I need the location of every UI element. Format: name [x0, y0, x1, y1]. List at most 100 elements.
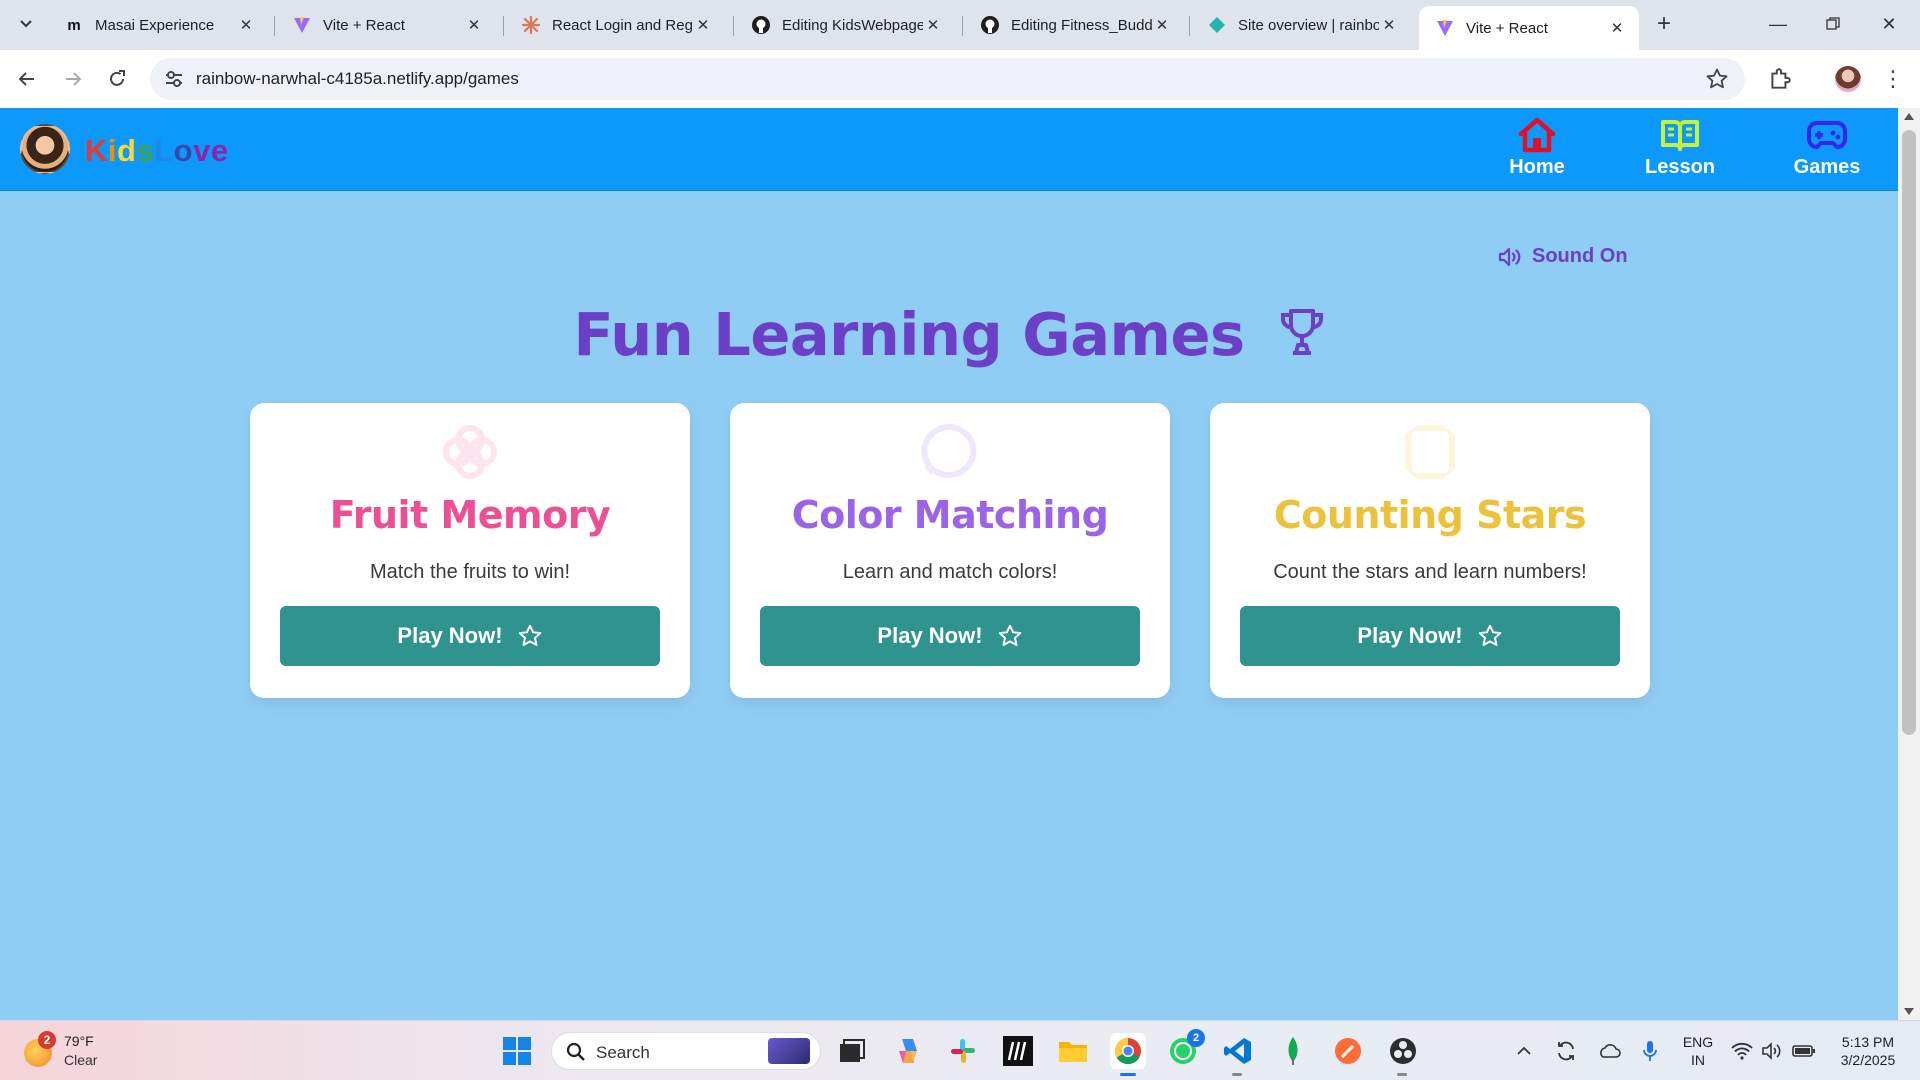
page-scrollbar[interactable] [1898, 108, 1920, 1020]
tab-separator [1189, 16, 1190, 36]
nav-home-label: Home [1509, 156, 1565, 178]
home-icon [1517, 116, 1557, 154]
volume-tray-button[interactable] [1758, 1033, 1786, 1069]
obs-button[interactable] [1385, 1033, 1421, 1069]
card-description: Learn and match colors! [842, 561, 1058, 583]
taskbar: 2 79°F Clear Search 2 ENG IN 5:13 PM 3/2… [0, 1020, 1920, 1080]
browser-tab[interactable]: Site overview | rainbo ✕ [1191, 8, 1411, 42]
close-icon[interactable]: ✕ [1379, 15, 1399, 35]
browser-tab-active[interactable]: Vite + React ✕ [1419, 6, 1639, 50]
game-card-counting-stars: Counting Stars Count the stars and learn… [1210, 403, 1650, 698]
slack-button[interactable] [945, 1033, 981, 1069]
close-window-button[interactable]: ✕ [1866, 8, 1912, 40]
play-now-button[interactable]: Play Now! [280, 606, 660, 666]
star-icon [518, 624, 541, 646]
logo-letter: e [210, 133, 229, 168]
windows-logo-icon [503, 1037, 531, 1065]
mongodb-button[interactable] [1275, 1033, 1311, 1069]
whatsapp-button[interactable]: 2 [1165, 1029, 1205, 1069]
browser-tab[interactable]: Vite + React ✕ [276, 8, 496, 42]
site-settings-icon[interactable] [162, 67, 186, 91]
browser-tab[interactable]: m Masai Experience ✕ [48, 8, 268, 42]
microphone-icon [1643, 1041, 1657, 1061]
logo-letter: K [85, 133, 108, 168]
nav-lesson-label: Lesson [1644, 156, 1716, 178]
chrome-icon [1114, 1037, 1141, 1065]
copilot-button[interactable] [890, 1033, 926, 1069]
logo-letter: i [107, 133, 118, 168]
search-icon [566, 1042, 585, 1061]
taskbar-search[interactable]: Search [551, 1032, 821, 1070]
close-icon[interactable]: ✕ [1152, 15, 1172, 35]
site-logo[interactable]: KidsLove [85, 133, 229, 169]
scroll-up-icon[interactable] [1904, 113, 1914, 120]
close-icon[interactable]: ✕ [693, 15, 713, 35]
address-bar[interactable]: rainbow-narwhal-c4185a.netlify.app/games [150, 58, 1745, 100]
browser-menu-button[interactable]: ⋮ [1880, 66, 1906, 92]
close-icon[interactable]: ✕ [464, 15, 484, 35]
minimize-button[interactable]: — [1755, 8, 1801, 40]
microphone-tray-button[interactable] [1636, 1033, 1664, 1069]
tab-title: Vite + React [1466, 19, 1548, 37]
tab-separator [503, 16, 504, 36]
tab-separator [274, 16, 275, 36]
close-icon: ✕ [1881, 13, 1897, 34]
tab-separator [962, 16, 963, 36]
page-title-text: Fun Learning Games [573, 300, 1245, 369]
sound-toggle-button[interactable]: Sound On [1498, 245, 1628, 268]
chrome-button[interactable] [1110, 1033, 1146, 1069]
nav-games[interactable]: Games [1790, 116, 1864, 184]
github-icon [751, 15, 771, 35]
tab-title: Vite + React [323, 16, 405, 34]
slack-icon [951, 1039, 975, 1063]
extensions-puzzle-icon[interactable] [1767, 66, 1793, 92]
tab-search-button[interactable] [10, 8, 42, 40]
bookmark-star-icon[interactable] [1705, 67, 1729, 91]
nav-lesson[interactable]: Lesson [1642, 116, 1718, 184]
play-now-button[interactable]: Play Now! [760, 606, 1140, 666]
play-now-button[interactable]: Play Now! [1240, 606, 1620, 666]
restore-button[interactable] [1810, 8, 1856, 40]
close-icon[interactable]: ✕ [236, 15, 256, 35]
tab-separator [733, 16, 734, 36]
scroll-down-icon[interactable] [1904, 1008, 1914, 1015]
star-icon [1478, 624, 1501, 646]
clock[interactable]: 5:13 PM 3/2/2025 [1830, 1033, 1906, 1069]
reload-button[interactable] [100, 62, 134, 96]
browser-tab[interactable]: React Login and Regi ✕ [505, 8, 725, 42]
nav-games-label: Games [1793, 156, 1861, 178]
profile-avatar[interactable] [1835, 66, 1861, 92]
sync-icon [1558, 1041, 1574, 1061]
task-view-button[interactable] [834, 1033, 870, 1069]
start-button[interactable] [499, 1033, 535, 1069]
forward-button[interactable] [56, 62, 90, 96]
vite-icon [1435, 18, 1455, 38]
nav-home[interactable]: Home [1505, 116, 1569, 184]
weather-widget[interactable]: 2 79°F Clear [24, 1031, 144, 1071]
play-now-label: Play Now! [1357, 623, 1463, 648]
back-button[interactable] [10, 62, 44, 96]
vscode-button[interactable] [1220, 1033, 1256, 1069]
browser-tab[interactable]: Editing Fitness_Budd ✕ [964, 8, 1184, 42]
url-text[interactable]: rainbow-narwhal-c4185a.netlify.app/games [196, 69, 519, 89]
close-icon[interactable]: ✕ [923, 15, 943, 35]
game-card-color-matching: Color Matching Learn and match colors! P… [730, 403, 1170, 698]
onedrive-tray-button[interactable] [1595, 1033, 1623, 1069]
wifi-tray-button[interactable] [1728, 1033, 1756, 1069]
restore-icon [1826, 17, 1840, 30]
logo-avatar[interactable] [20, 124, 70, 174]
scrollbar-thumb[interactable] [1902, 130, 1916, 735]
battery-tray-button[interactable] [1790, 1033, 1818, 1069]
language-indicator[interactable]: ENG IN [1680, 1033, 1716, 1069]
chrome-active-indicator [1120, 1073, 1136, 1076]
close-icon[interactable]: ✕ [1607, 18, 1627, 38]
reload-icon [110, 70, 125, 86]
claude-sunburst-icon [521, 15, 541, 35]
sync-tray-button[interactable] [1552, 1033, 1580, 1069]
postman-button[interactable] [1330, 1033, 1366, 1069]
show-hidden-icons-button[interactable] [1510, 1033, 1538, 1069]
file-explorer-button[interactable] [1055, 1033, 1091, 1069]
masai-app-button[interactable] [1000, 1033, 1036, 1069]
new-tab-button[interactable]: + [1650, 10, 1678, 38]
browser-tab[interactable]: Editing KidsWebpage ✕ [735, 8, 955, 42]
